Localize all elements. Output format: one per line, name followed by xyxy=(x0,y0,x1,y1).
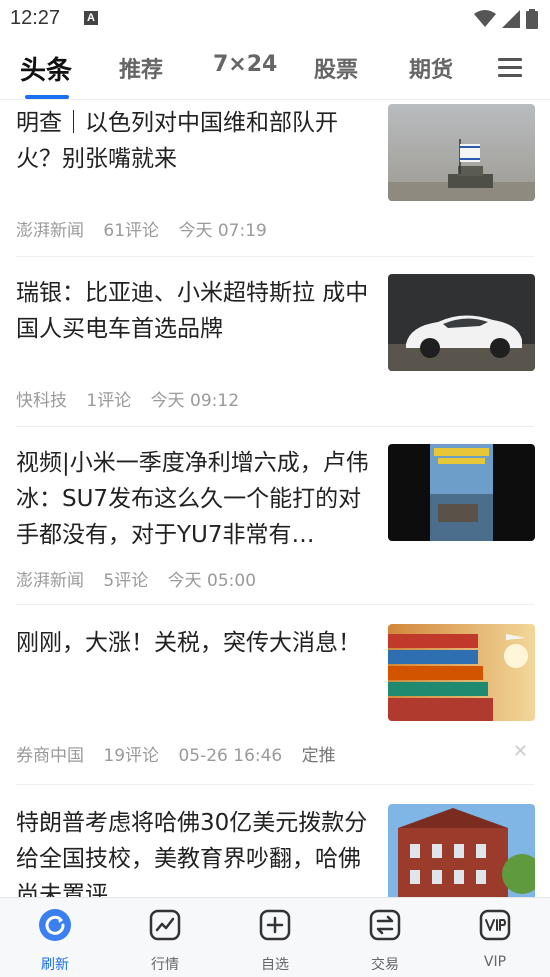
nav-label: 交易 xyxy=(371,957,399,973)
vip-icon xyxy=(479,909,511,941)
chart-icon xyxy=(149,909,181,941)
divider xyxy=(16,604,534,605)
news-source: 快科技 xyxy=(16,391,67,411)
news-title[interactable]: 刚刚，大涨！关税，突传大消息！ xyxy=(16,625,372,661)
status-time: 12:27 xyxy=(10,7,61,29)
news-title[interactable]: 视频|小米一季度净利增六成，卢伟冰：SU7发布这么久一个能打的对手都没有，对于Y… xyxy=(16,445,372,553)
tab-recommend[interactable]: 推荐 xyxy=(119,52,163,84)
news-time: 今天 09:12 xyxy=(150,391,240,411)
news-title[interactable]: 明查｜以色列对中国维和部队开火？别张嘴就来 xyxy=(16,105,372,177)
refresh-icon xyxy=(39,909,71,941)
nav-label: VIP xyxy=(483,954,507,970)
news-meta: 快科技 1评论 今天 09:12 xyxy=(16,386,253,411)
tab-stocks[interactable]: 股票 xyxy=(314,52,358,84)
bottom-nav: 刷新 行情 自选 交易 VIP xyxy=(0,897,550,977)
nav-watchlist[interactable]: 自选 xyxy=(235,908,315,974)
nav-label: 行情 xyxy=(151,957,179,973)
divider xyxy=(16,426,534,427)
close-icon[interactable]: ✕ xyxy=(513,741,528,762)
news-meta: 券商中国 19评论 05-26 16:46 定推 xyxy=(16,741,350,766)
harvard-building-photo xyxy=(388,804,535,897)
news-meta: 澎湃新闻 5评论 今天 05:00 xyxy=(16,566,270,591)
news-comments: 5评论 xyxy=(103,571,149,591)
shipping-containers-photo xyxy=(388,624,535,721)
video-still-photo xyxy=(388,444,535,541)
news-thumbnail[interactable] xyxy=(388,804,535,897)
tab-7x24[interactable]: 7×24 xyxy=(213,52,277,77)
news-comments: 19评论 xyxy=(103,746,160,766)
white-electric-car-photo xyxy=(388,274,535,371)
news-time: 05-26 16:46 xyxy=(178,746,283,766)
news-comments: 1评论 xyxy=(86,391,132,411)
news-title[interactable]: 特朗普考虑将哈佛30亿美元拨款分给全国技校，美教育界吵翻，哈佛尚未置评 xyxy=(16,805,372,897)
battery-icon xyxy=(526,9,538,29)
news-source: 澎湃新闻 xyxy=(16,571,84,591)
notification-badge-icon: A xyxy=(84,11,98,25)
status-bar: 12:27 A xyxy=(0,0,550,38)
news-thumbnail[interactable] xyxy=(388,444,535,541)
channel-tabs: 头条 推荐 7×24 股票 期货 xyxy=(0,40,550,100)
news-feed[interactable]: 明查｜以色列对中国维和部队开火？别张嘴就来 澎湃新闻 61评论 今天 07:19… xyxy=(0,100,550,897)
tab-futures[interactable]: 期货 xyxy=(409,52,453,84)
exchange-icon xyxy=(369,909,401,941)
nav-label: 刷新 xyxy=(41,957,69,973)
plus-square-icon xyxy=(259,909,291,941)
news-source: 澎湃新闻 xyxy=(16,221,84,241)
signal-icon xyxy=(502,10,520,28)
nav-trade[interactable]: 交易 xyxy=(345,908,425,974)
status-icons xyxy=(474,9,538,29)
active-tab-indicator xyxy=(25,95,69,99)
news-source: 券商中国 xyxy=(16,746,84,766)
wifi-icon xyxy=(474,10,496,27)
news-thumbnail[interactable] xyxy=(388,104,535,201)
news-title[interactable]: 瑞银：比亚迪、小米超特斯拉 成中国人买电车首选品牌 xyxy=(16,275,372,347)
nav-refresh[interactable]: 刷新 xyxy=(15,908,95,974)
news-tag: 定推 xyxy=(301,746,336,766)
news-time: 今天 05:00 xyxy=(167,571,257,591)
israeli-flag-tank-photo xyxy=(388,104,535,201)
news-meta: 澎湃新闻 61评论 今天 07:19 xyxy=(16,216,281,241)
divider xyxy=(16,256,534,257)
news-thumbnail[interactable] xyxy=(388,274,535,371)
news-thumbnail[interactable] xyxy=(388,624,535,721)
news-time: 今天 07:19 xyxy=(178,221,267,241)
nav-label: 自选 xyxy=(261,957,289,973)
news-comments: 61评论 xyxy=(103,221,160,241)
divider xyxy=(16,784,534,785)
menu-icon[interactable] xyxy=(498,58,522,78)
tab-toutiao[interactable]: 头条 xyxy=(20,50,72,87)
nav-vip[interactable]: VIP xyxy=(455,908,535,970)
nav-market[interactable]: 行情 xyxy=(125,908,205,974)
